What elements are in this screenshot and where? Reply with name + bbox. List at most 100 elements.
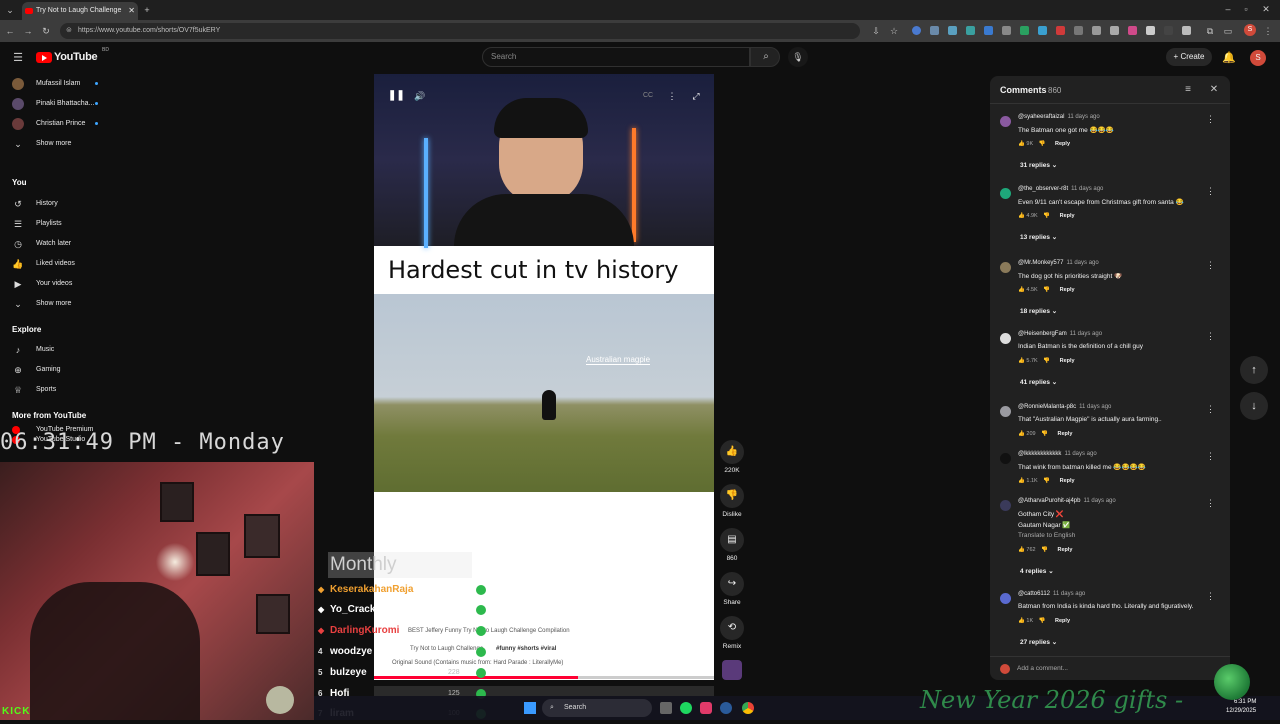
previous-short-button[interactable]: ↑ [1240,356,1268,384]
comment-reply-button[interactable]: Reply [1055,141,1070,147]
comment-reply-button[interactable]: Reply [1060,287,1075,293]
share-button[interactable]: ↪ [720,572,744,596]
profile-avatar[interactable]: S [1244,24,1256,36]
comment-author[interactable]: @the_observer-r8t [1018,186,1068,192]
commenter-avatar[interactable] [1000,188,1011,199]
browser-menu-icon[interactable]: ⋮ [1262,25,1274,37]
commenter-avatar[interactable] [1000,500,1011,511]
view-replies-button[interactable]: 13 replies ⌄ [1020,233,1057,241]
search-button[interactable]: ⌕ [750,47,780,67]
sidebar-item-subscription[interactable]: Christian Prince [0,114,200,134]
sidebar-you-heading[interactable]: You [12,178,27,187]
extension-icon[interactable] [1002,26,1011,35]
comment-reply-button[interactable]: Reply [1060,213,1075,219]
tray-date[interactable]: 12/29/2025 [1226,708,1256,714]
spotify-icon[interactable] [680,702,692,714]
sidebar-item-watch-later[interactable]: ◷ Watch later [0,234,200,254]
sidebar-item-playlists[interactable]: ☰ Playlists [0,214,200,234]
hashtags[interactable]: #funny #shorts #viral [496,646,556,652]
extension-icon[interactable] [1164,26,1173,35]
commenter-avatar[interactable] [1000,406,1011,417]
comment-author[interactable]: @catto6112 [1018,591,1050,597]
view-replies-button[interactable]: 27 replies ⌄ [1020,638,1057,646]
comment-reply-button[interactable]: Reply [1057,431,1072,437]
comment-dislike-icon[interactable]: 👎 [1040,431,1050,437]
extension-icon[interactable] [1020,26,1029,35]
sidebar-explore-heading[interactable]: Explore [12,325,41,334]
sidebar-item-liked-videos[interactable]: 👍 Liked videos [0,254,200,274]
youtube-logo[interactable]: YouTube BD [36,47,136,65]
comment-author[interactable]: @Mr.Monkey577 [1018,260,1063,266]
comment-dislike-icon[interactable]: 👎 [1042,358,1052,364]
extension-icon[interactable] [948,26,957,35]
task-view-icon[interactable] [660,702,672,714]
volume-icon[interactable]: 🔊 [414,90,426,102]
comment-reply-button[interactable]: Reply [1060,358,1075,364]
comment-author[interactable]: @HeisenbergFam [1018,331,1067,337]
extension-icon[interactable] [1182,26,1191,35]
voice-search-button[interactable]: 🎙 [788,47,808,67]
steam-icon[interactable] [720,702,732,714]
more-options-icon[interactable]: ⋮ [666,90,678,102]
comment-author[interactable]: @RonnieMalanta-p8c [1018,404,1076,410]
extension-icon[interactable] [1110,26,1119,35]
minimize-icon[interactable]: – [1222,3,1234,15]
sidebar-item-show-more[interactable]: ⌄ Show more [0,294,200,314]
forward-icon[interactable]: → [22,25,34,37]
account-avatar[interactable]: S [1250,50,1266,66]
comment-reply-button[interactable]: Reply [1057,547,1072,553]
comment-author[interactable]: @syaheeraftaizal [1018,114,1064,120]
extension-icon[interactable] [1038,26,1047,35]
fullscreen-icon[interactable]: ⤢ [690,90,702,102]
sidebar-item-subscription[interactable]: Pinaki Bhattacha... [0,94,200,114]
comment-more-icon[interactable]: ⋮ [1206,498,1215,509]
hamburger-menu-icon[interactable]: ☰ [12,52,24,64]
commenter-avatar[interactable] [1000,262,1011,273]
back-icon[interactable]: ← [4,25,16,37]
extension-icon[interactable] [1056,26,1065,35]
remix-button[interactable]: ⟲ [720,616,744,640]
comment-dislike-icon[interactable]: 👎 [1040,547,1050,553]
pause-icon[interactable]: ❚❚ [388,90,405,102]
sidebar-item-gaming[interactable]: ⊕ Gaming [0,360,200,380]
view-replies-button[interactable]: 4 replies ⌄ [1020,567,1054,575]
comment-dislike-icon[interactable]: 👎 [1037,141,1047,147]
captions-icon[interactable]: CC [642,90,654,102]
chrome-icon[interactable] [742,702,754,714]
sort-icon[interactable]: ≡ [1182,84,1194,96]
windows-start-icon[interactable] [524,702,536,714]
commenter-avatar[interactable] [1000,453,1011,464]
notifications-bell-icon[interactable]: 🔔 [1222,52,1236,64]
comment-dislike-icon[interactable]: 👎 [1037,618,1047,624]
next-short-button[interactable]: ↓ [1240,392,1268,420]
sidebar-item-show-more[interactable]: ⌄ Show more [0,134,200,154]
sidebar-item-music[interactable]: ♪ Music [0,340,200,360]
comment-button[interactable]: ▤ [720,528,744,552]
extension-icon[interactable] [912,26,921,35]
sidebar-item-sports[interactable]: ♕ Sports [0,380,200,400]
sidebar-item-your-videos[interactable]: ▶ Your videos [0,274,200,294]
puzzle-extensions-icon[interactable]: ⧉ [1204,25,1216,37]
app-icon[interactable] [700,702,712,714]
tab-list-icon[interactable]: ⌄ [4,4,16,16]
maximize-icon[interactable]: ▫ [1240,3,1252,15]
comment-dislike-icon[interactable]: 👎 [1042,287,1052,293]
reload-icon[interactable]: ↻ [40,25,52,37]
sidebar-item-history[interactable]: ↺ History [0,194,200,214]
comment-more-icon[interactable]: ⋮ [1206,404,1215,415]
add-comment-input[interactable]: Add a comment... [1017,665,1068,672]
extension-icon[interactable] [1128,26,1137,35]
comment-more-icon[interactable]: ⋮ [1206,186,1215,197]
sidebar-more-heading[interactable]: More from YouTube [12,411,86,420]
extension-icon[interactable] [966,26,975,35]
commenter-avatar[interactable] [1000,116,1011,127]
tab-close-icon[interactable]: ✕ [128,2,135,20]
comment-reply-button[interactable]: Reply [1060,478,1075,484]
create-button[interactable]: + Create [1166,48,1212,66]
comment-dislike-icon[interactable]: 👎 [1042,213,1052,219]
bookmark-star-icon[interactable]: ☆ [888,25,900,37]
close-comments-icon[interactable]: ✕ [1208,84,1220,96]
commenter-avatar[interactable] [1000,593,1011,604]
comment-more-icon[interactable]: ⋮ [1206,331,1215,342]
extension-icon[interactable] [1146,26,1155,35]
